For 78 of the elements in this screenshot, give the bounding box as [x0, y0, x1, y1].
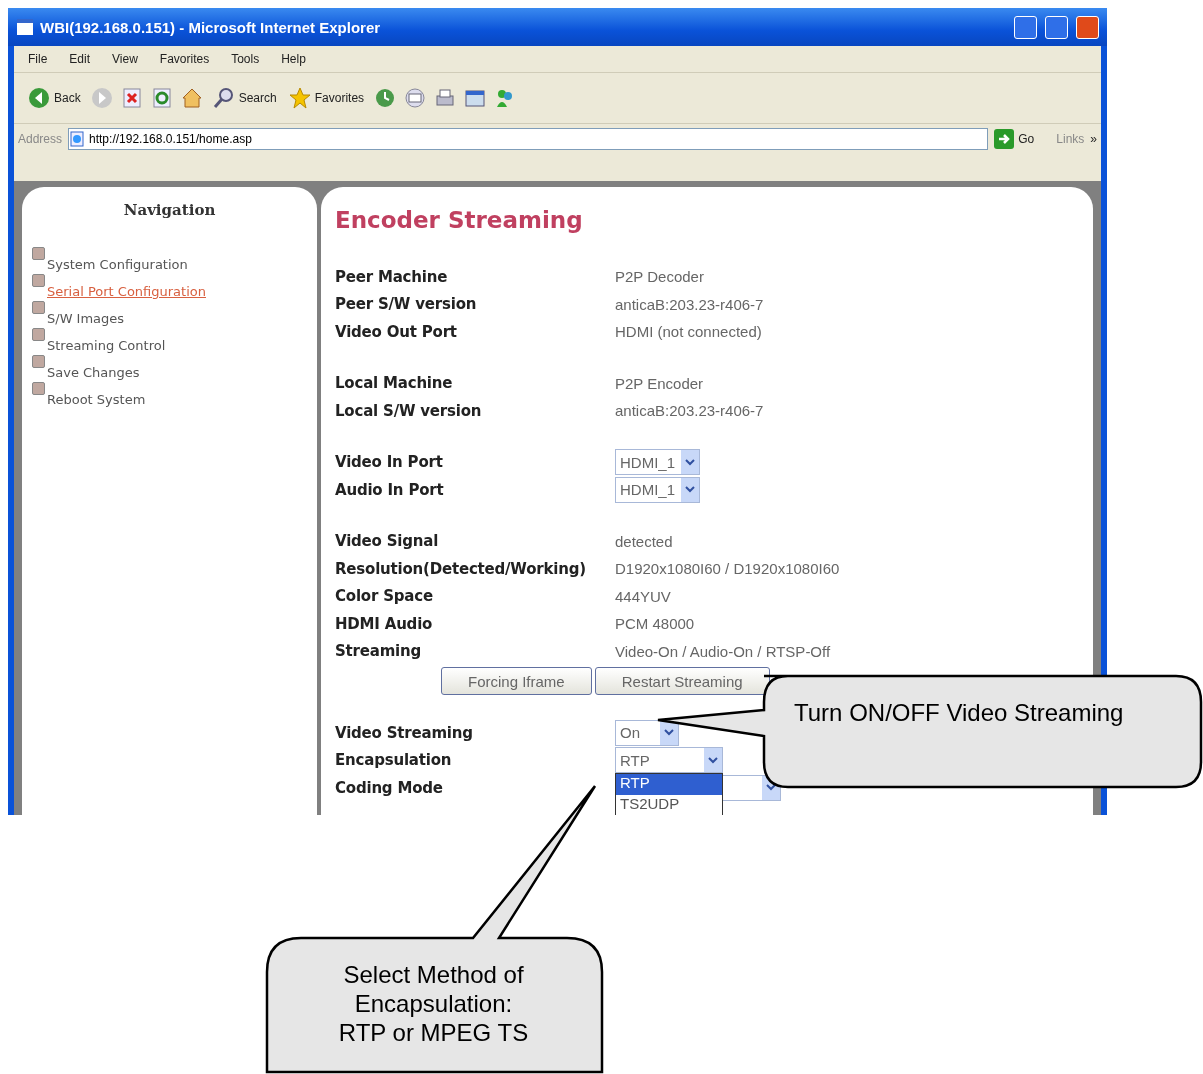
bullet-icon [32, 382, 45, 395]
toolbar-button[interactable]: Favorites [286, 85, 367, 111]
toolbar-button[interactable]: Search [210, 85, 279, 111]
field-label: HDMI Audio [335, 614, 434, 633]
menu-item[interactable]: Favorites [159, 52, 210, 66]
nav-link[interactable]: S/W Images [47, 311, 125, 326]
field-value: P2P Decoder [615, 268, 704, 286]
field-label: Video Streaming [335, 723, 474, 742]
clock-icon[interactable] [374, 87, 397, 109]
address-label: Address [18, 132, 63, 146]
field-label: Video Signal [335, 532, 440, 551]
page-title: Encoder Streaming [335, 207, 584, 233]
action-button[interactable]: Forcing Iframe [441, 667, 592, 695]
mail-icon[interactable] [404, 87, 427, 109]
field-value: detected [615, 532, 673, 550]
select-field[interactable]: On [615, 719, 679, 746]
nav-link[interactable]: Streaming Control [47, 338, 166, 353]
refresh-icon[interactable] [150, 87, 173, 109]
menu-item[interactable]: File [28, 52, 48, 66]
nav-link[interactable]: Reboot System [47, 392, 146, 407]
field-label: Coding Mode [335, 778, 444, 797]
more-chevron[interactable]: » [1090, 132, 1097, 146]
page-icon [69, 131, 86, 147]
callout-text: Turn ON/OFF Video Streaming [794, 698, 1124, 727]
toolbar-button[interactable]: Back [26, 85, 83, 111]
field-label: Video In Port [335, 453, 444, 472]
field-value: anticaB:203.23-r406-7 [615, 402, 764, 420]
search-icon [212, 87, 235, 109]
window-icon[interactable] [464, 87, 487, 109]
field-label: Local S/W version [335, 401, 483, 420]
chevron-down-icon [681, 450, 699, 475]
field-label: Local Machine [335, 374, 454, 393]
bullet-icon [32, 301, 45, 314]
nav-link[interactable]: Save Changes [47, 365, 140, 380]
stop-icon[interactable] [120, 87, 143, 109]
minimize-button[interactable] [1014, 15, 1037, 39]
field-label: Audio In Port [335, 480, 445, 499]
bullet-icon [32, 328, 45, 341]
select-field[interactable]: HDMI_1 [615, 449, 700, 476]
close-button[interactable] [1076, 15, 1099, 39]
action-button[interactable]: Restart Streaming [594, 667, 770, 695]
field-value: 444YUV [615, 587, 671, 605]
dropdown-option[interactable]: TS2UDP [616, 795, 722, 815]
field-value: D1920x1080I60 / D1920x1080I60 [615, 560, 840, 578]
field-label: Streaming [335, 642, 423, 661]
field-label: Resolution(Detected/Working) [335, 559, 587, 578]
chevron-down-icon [704, 748, 722, 773]
bullet-icon [32, 355, 45, 368]
window-title: WBI(192.168.0.151) - Microsoft Internet Explorer [40, 18, 382, 36]
field-label: Peer Machine [335, 267, 449, 286]
field-label: Peer S/W version [335, 295, 478, 314]
chevron-down-icon [681, 477, 699, 502]
maximize-button[interactable] [1045, 15, 1068, 39]
field-value: P2P Encoder [615, 374, 704, 392]
printer-icon[interactable] [434, 87, 457, 109]
menu-item[interactable]: Help [281, 52, 306, 66]
star-icon [288, 87, 311, 109]
select-field[interactable]: HDMI_1 [615, 476, 700, 503]
go-button[interactable]: Go [994, 129, 1035, 149]
home-icon[interactable] [180, 87, 203, 109]
field-value: Video-On / Audio-On / RTSP-Off [615, 642, 831, 660]
field-value: HDMI (not connected) [615, 323, 762, 341]
menu-item[interactable]: View [112, 52, 138, 66]
menu-item[interactable]: Tools [231, 52, 260, 66]
field-value: anticaB:203.23-r406-7 [615, 295, 764, 313]
dropdown-option[interactable]: RTP [616, 774, 722, 796]
field-label: Encapsulation [335, 751, 453, 770]
bullet-icon [32, 274, 45, 287]
field-value: PCM 48000 [615, 615, 695, 633]
menu-item[interactable]: Edit [69, 52, 91, 66]
nav-link[interactable]: Serial Port Configuration [47, 284, 206, 299]
bullet-icon [32, 247, 45, 260]
navigation-heading: Navigation [122, 201, 217, 219]
nav-link[interactable]: System Configuration [47, 257, 188, 272]
field-label: Color Space [335, 587, 434, 606]
callout-text: Select Method of Encapsulation: RTP or MPEG TS [337, 960, 530, 1047]
address-field[interactable]: http://192.168.0.151/home.asp [68, 128, 989, 150]
field-label: Video Out Port [335, 322, 458, 341]
